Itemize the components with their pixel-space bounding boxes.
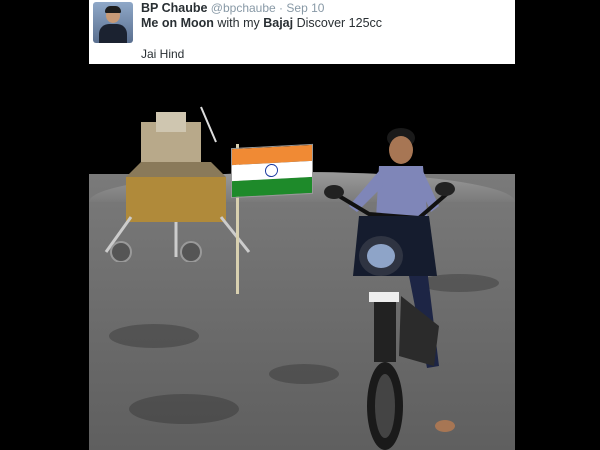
- avatar[interactable]: [93, 2, 133, 43]
- person-on-motorcycle: [324, 128, 455, 450]
- tweet-card: BP Chaube @bpchaube · Sep 10 Me on Moon …: [89, 0, 515, 64]
- tweet-date[interactable]: Sep 10: [286, 1, 324, 15]
- tweet-photo[interactable]: [89, 64, 515, 450]
- tweet-header: BP Chaube @bpchaube · Sep 10: [141, 1, 324, 15]
- indian-flag-icon: [231, 143, 313, 199]
- tweet-text-plain-1: with my: [213, 16, 264, 30]
- tweet-text-plain-2: Discover 125cc: [293, 16, 383, 30]
- lunar-lander: [104, 106, 251, 262]
- crater: [129, 394, 239, 424]
- user-handle[interactable]: @bpchaube: [211, 1, 276, 15]
- separator: ·: [279, 1, 284, 15]
- crater: [109, 324, 199, 348]
- tweet-text-bold-1: Me on Moon: [141, 16, 214, 30]
- tweet-text-bold-2: Bajaj: [263, 16, 294, 30]
- tweet-text-line-2: Jai Hind: [141, 47, 185, 61]
- user-name[interactable]: BP Chaube: [141, 1, 207, 15]
- tweet-text: Me on Moon with my Bajaj Discover 125cc: [141, 16, 382, 30]
